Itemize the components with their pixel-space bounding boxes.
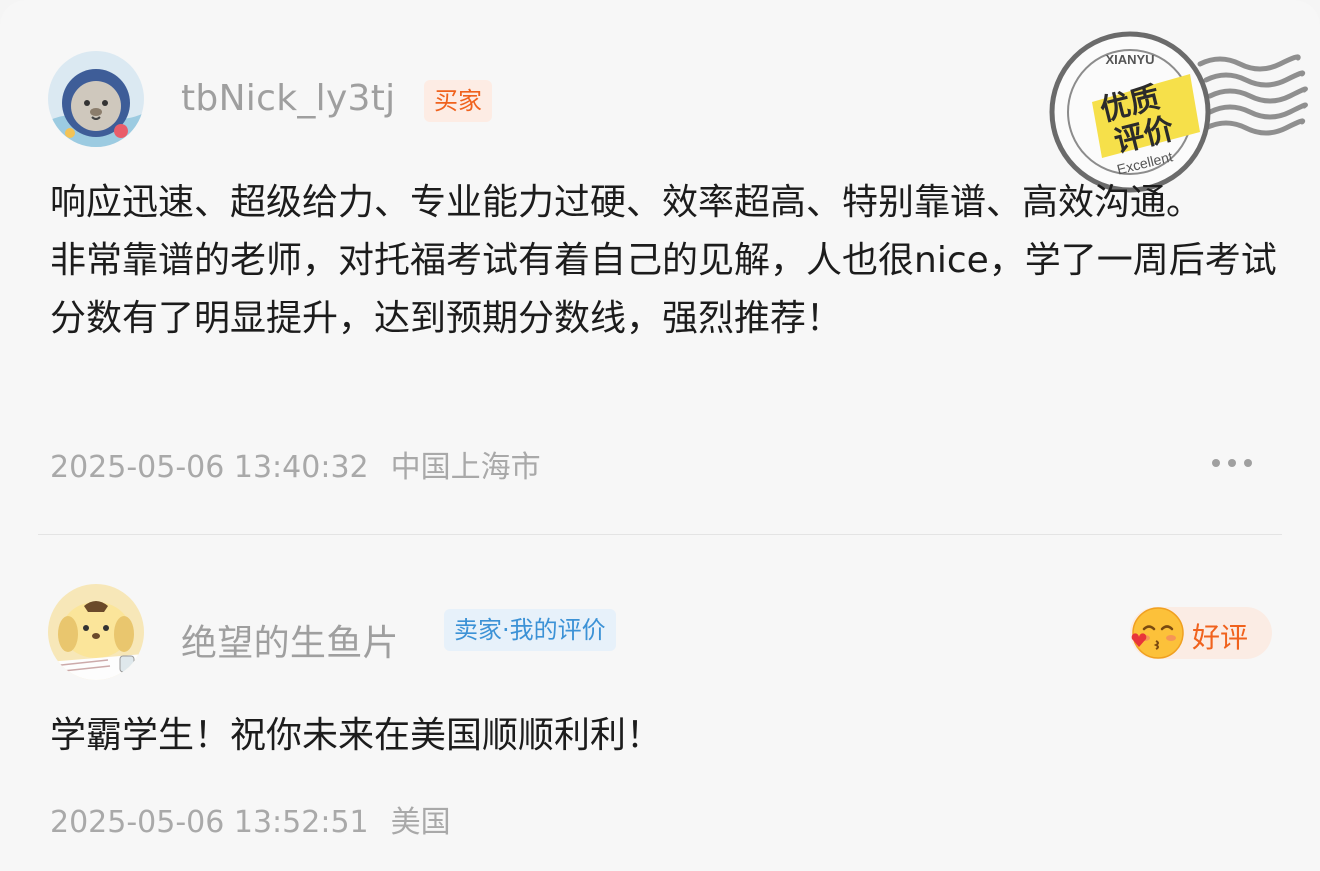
review-meta: 2025-05-06 13:40:32 中国上海市 [50, 442, 541, 486]
reviews-card: tbNick_ly3tj 买家 XIANYU 优质 评价 Excellent 响… [0, 0, 1320, 871]
review-text: 学霸学生！祝你未来在美国顺顺利利！ [50, 707, 1280, 765]
review-item: 绝望的生鱼片 卖家·我的评价 好评 学霸学生！祝你未来在美国顺顺利利！ 2025… [0, 535, 1320, 871]
location: 中国上海市 [390, 450, 541, 485]
review-paragraph: 学霸学生！祝你未来在美国顺顺利利！ [50, 715, 663, 756]
review-item: tbNick_ly3tj 买家 XIANYU 优质 评价 Excellent 响… [0, 0, 1320, 534]
avatar[interactable] [48, 584, 144, 680]
kiss-face-icon [1131, 607, 1184, 659]
timestamp: 2025-05-06 13:40:32 [50, 450, 369, 485]
pompompurin-avatar-icon [48, 584, 144, 680]
seal-avatar-icon [48, 51, 144, 147]
timestamp: 2025-05-06 13:52:51 [50, 805, 369, 840]
review-paragraph: 响应迅速、超级给力、专业能力过硬、效率超高、特别靠谱、高效沟通。 [50, 182, 1203, 223]
rating-badge: 好评 [1130, 607, 1272, 659]
rating-label: 好评 [1192, 621, 1249, 654]
buyer-badge: 买家 [424, 80, 492, 122]
avatar[interactable] [48, 51, 144, 147]
seller-badge: 卖家·我的评价 [444, 609, 616, 651]
location: 美国 [390, 805, 451, 840]
more-dots-icon[interactable] [1204, 448, 1260, 478]
username[interactable]: tbNick_ly3tj [181, 78, 395, 119]
username[interactable]: 绝望的生鱼片 [181, 614, 399, 666]
review-text: 响应迅速、超级给力、专业能力过硬、效率超高、特别靠谱、高效沟通。 非常靠谱的老师… [50, 174, 1280, 348]
svg-text:XIANYU: XIANYU [1105, 52, 1154, 67]
review-meta: 2025-05-06 13:52:51 美国 [50, 797, 451, 841]
review-paragraph: 非常靠谱的老师，对托福考试有着自己的见解，人也很nice，学了一周后考试分数有了… [50, 240, 1277, 339]
